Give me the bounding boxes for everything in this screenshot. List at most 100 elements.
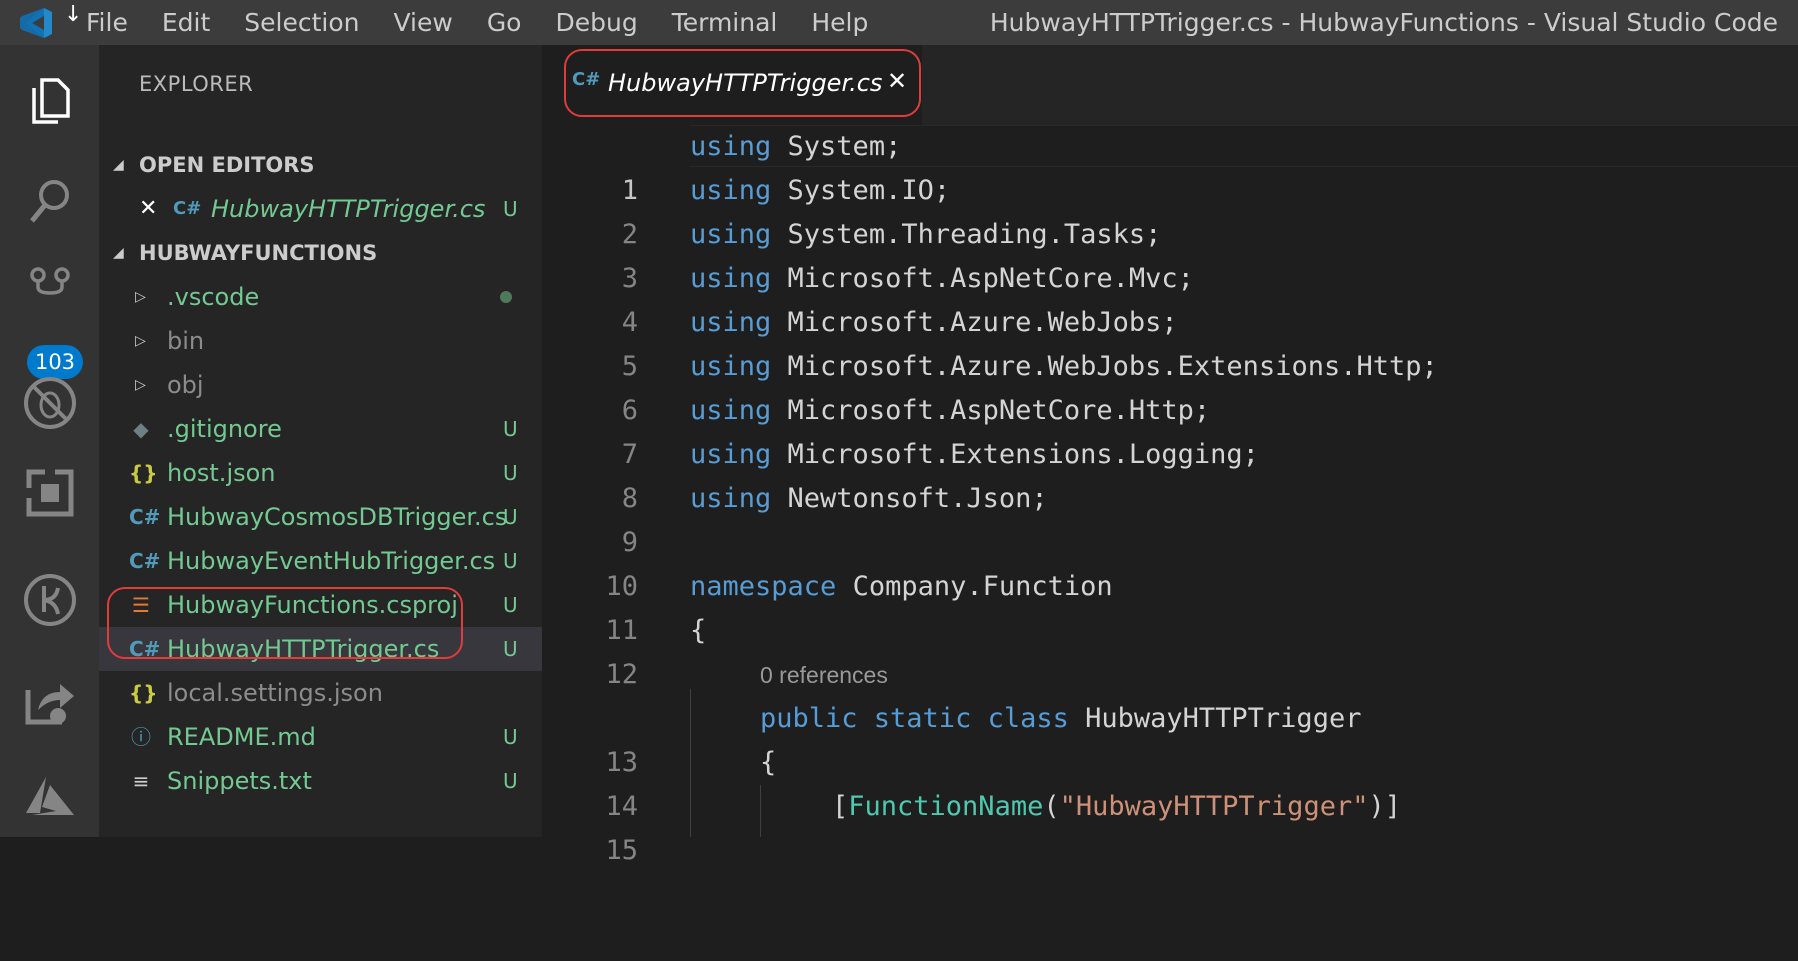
tree-file-eventhub-trigger[interactable]: C# HubwayEventHubTrigger.cs U xyxy=(99,539,542,583)
chevron-right-icon: ▷ xyxy=(135,377,146,393)
open-editors-header[interactable]: ◢ OPEN EDITORS xyxy=(99,143,542,187)
code-line: 4 using Microsoft.AspNetCore.Mvc; xyxy=(542,257,1798,338)
code-text: Company.Function xyxy=(836,571,1113,602)
csharp-file-icon: C# xyxy=(129,505,161,529)
json-file-icon: {} xyxy=(129,461,158,485)
git-status-untracked: U xyxy=(503,725,518,749)
file-name: host.json xyxy=(167,459,276,487)
code-line: 11 namespace Company.Function xyxy=(542,565,1798,646)
tree-folder-bin[interactable]: ▷ bin xyxy=(99,319,542,363)
chevron-down-icon: ◢ xyxy=(113,245,124,261)
tree-folder-vscode[interactable]: ▷ .vscode xyxy=(99,275,542,319)
file-name: README.md xyxy=(167,723,316,751)
project-folder-label: HUBWAYFUNCTIONS xyxy=(139,241,378,265)
codelens-references[interactable]: 0 references xyxy=(760,653,888,697)
git-status-untracked: U xyxy=(503,549,518,573)
tree-file-host-json[interactable]: {} host.json U xyxy=(99,451,542,495)
explorer-sidebar: EXPLORER ◢ OPEN EDITORS ✕ C# HubwayHTTPT… xyxy=(99,45,542,837)
code-line: 13 public static class HubwayHTTPTrigger xyxy=(542,697,1798,778)
csharp-file-icon: C# xyxy=(173,198,202,219)
code-line: 7 using Microsoft.AspNetCore.Http; xyxy=(542,389,1798,470)
open-editor-filename: HubwayHTTPTrigger.cs xyxy=(211,195,486,223)
git-status-untracked: U xyxy=(503,417,518,441)
close-icon[interactable]: ✕ xyxy=(139,187,157,231)
code-text: System.IO; xyxy=(771,175,951,206)
tree-file-readme[interactable]: ⓘ README.md U xyxy=(99,715,542,759)
code-text: Microsoft.AspNetCore.Http; xyxy=(771,395,1211,426)
git-status-untracked: U xyxy=(503,197,518,221)
tree-file-local-settings[interactable]: {} local.settings.json xyxy=(99,671,542,715)
chevron-right-icon: ▷ xyxy=(135,289,146,305)
menu-help[interactable]: Help xyxy=(811,0,868,45)
highlight-box xyxy=(564,49,921,117)
remote-icon[interactable] xyxy=(0,560,99,640)
tree-file-gitignore[interactable]: ◆ .gitignore U xyxy=(99,407,542,451)
file-name: local.settings.json xyxy=(167,679,383,707)
git-status-untracked: U xyxy=(503,637,518,661)
keyword: using xyxy=(690,263,772,294)
highlight-box xyxy=(107,587,463,659)
code-line: 6 using Microsoft.Azure.WebJobs.Extensio… xyxy=(542,345,1798,426)
menu-terminal[interactable]: Terminal xyxy=(672,0,778,45)
project-folder-header[interactable]: ◢ HUBWAYFUNCTIONS xyxy=(99,231,542,275)
tree-file-cosmosdb-trigger[interactable]: C# HubwayCosmosDBTrigger.cs U xyxy=(99,495,542,539)
code-line: 2 using System.IO; xyxy=(542,169,1798,250)
tree-file-snippets[interactable]: ≡ Snippets.txt U xyxy=(99,759,542,803)
open-editors-label: OPEN EDITORS xyxy=(139,153,315,177)
tree-folder-obj[interactable]: ▷ obj xyxy=(99,363,542,407)
line-number: 12 xyxy=(605,659,638,690)
code-line: 8 using Microsoft.Extensions.Logging; xyxy=(542,433,1798,514)
keyword: using xyxy=(690,395,772,426)
keyword: namespace xyxy=(690,571,837,602)
azure-icon[interactable] xyxy=(0,757,99,837)
activity-bar: 103 xyxy=(0,45,99,837)
extensions-icon[interactable] xyxy=(0,453,99,533)
code-text: { xyxy=(760,747,777,778)
search-icon[interactable] xyxy=(0,162,99,242)
file-name: .vscode xyxy=(167,283,260,311)
git-status-untracked: U xyxy=(503,593,518,617)
file-name: HubwayEventHubTrigger.cs xyxy=(167,547,496,575)
menu-edit[interactable]: Edit xyxy=(162,0,210,45)
code-text: System; xyxy=(771,131,902,162)
git-status-untracked: U xyxy=(503,461,518,485)
open-editor-item[interactable]: ✕ C# HubwayHTTPTrigger.cs U xyxy=(99,187,542,231)
code-text: Microsoft.Extensions.Logging; xyxy=(771,439,1259,470)
mouse-cursor-icon: ↓ xyxy=(64,2,83,27)
keyword: using xyxy=(690,175,772,206)
code-line: 10 xyxy=(542,521,1798,602)
live-share-icon[interactable] xyxy=(0,661,99,741)
menu-bar: File Edit Selection View Go Debug Termin… xyxy=(86,0,902,45)
source-control-icon[interactable] xyxy=(0,250,99,330)
keyword: using xyxy=(690,483,772,514)
menu-debug[interactable]: Debug xyxy=(555,0,637,45)
string-literal: "HubwayHTTPTrigger" xyxy=(1059,791,1369,822)
code-line: 5 using Microsoft.Azure.WebJobs; xyxy=(542,301,1798,382)
file-name: Snippets.txt xyxy=(167,767,312,795)
code-text: System.Threading.Tasks; xyxy=(771,219,1162,250)
explorer-title: EXPLORER xyxy=(139,72,254,96)
file-name: bin xyxy=(167,327,205,355)
explorer-icon[interactable] xyxy=(0,61,99,141)
menu-view[interactable]: View xyxy=(393,0,452,45)
code-editor[interactable]: 1 using System; 2 using System.IO; 3 usi… xyxy=(542,125,1798,866)
text-file-icon: ≡ xyxy=(132,769,150,793)
menu-selection[interactable]: Selection xyxy=(244,0,359,45)
debug-icon[interactable] xyxy=(0,363,99,443)
csharp-file-icon: C# xyxy=(129,549,161,573)
keyword: using xyxy=(690,351,772,382)
code-text: Microsoft.Azure.WebJobs; xyxy=(771,307,1178,338)
file-name: obj xyxy=(167,371,204,399)
info-file-icon: ⓘ xyxy=(131,725,151,749)
code-text: Microsoft.AspNetCore.Mvc; xyxy=(771,263,1194,294)
keyword: using xyxy=(690,439,772,470)
file-name: HubwayCosmosDBTrigger.cs xyxy=(167,503,508,531)
window-title: HubwayHTTPTrigger.cs - HubwayFunctions -… xyxy=(989,8,1778,37)
menu-go[interactable]: Go xyxy=(487,0,522,45)
code-line: 1 using System; xyxy=(542,125,1798,206)
title-bar: ↓ File Edit Selection View Go Debug Term… xyxy=(0,0,1798,45)
menu-file[interactable]: File xyxy=(86,0,128,45)
git-status-untracked: U xyxy=(503,769,518,793)
code-text: HubwayHTTPTrigger xyxy=(1068,703,1362,734)
code-line: 9 using Newtonsoft.Json; xyxy=(542,477,1798,558)
